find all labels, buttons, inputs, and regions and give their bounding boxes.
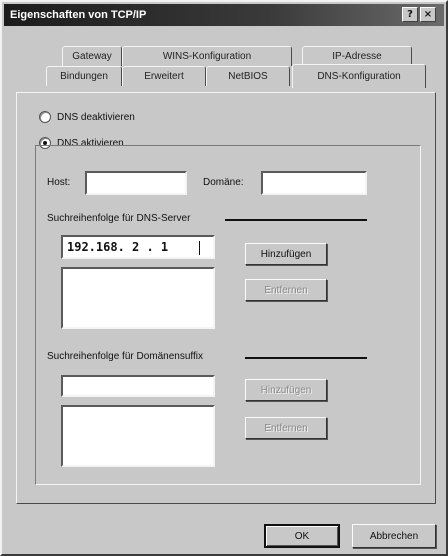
- radio-button[interactable]: [39, 111, 51, 123]
- radio-label: DNS deaktivieren: [57, 111, 135, 123]
- title-bar[interactable]: Eigenschaften von TCP/IP ? ×: [4, 4, 444, 26]
- cancel-button[interactable]: Abbrechen: [352, 524, 436, 548]
- dns-server-add-button[interactable]: Hinzufügen: [245, 243, 327, 265]
- dns-server-section-label: Suchreihenfolge für DNS-Server: [47, 213, 191, 224]
- section-divider: [225, 219, 367, 221]
- tab-bindungen[interactable]: Bindungen: [46, 66, 122, 86]
- button-label: Hinzufügen: [260, 248, 312, 260]
- button-label: Entfernen: [264, 284, 308, 296]
- close-icon: ×: [423, 9, 433, 20]
- ok-button[interactable]: OK: [264, 524, 340, 548]
- tab-dns-konfiguration[interactable]: DNS-Konfiguration: [292, 64, 426, 88]
- tab-label: NetBIOS: [228, 71, 268, 82]
- button-label: Entfernen: [264, 422, 308, 434]
- help-icon: ?: [407, 9, 413, 20]
- tab-wins-konfiguration[interactable]: WINS-Konfiguration: [122, 46, 292, 66]
- host-input[interactable]: [85, 171, 187, 195]
- tab-label: WINS-Konfiguration: [162, 51, 252, 62]
- tab-label: Erweitert: [144, 71, 184, 82]
- button-label: OK: [294, 530, 310, 542]
- tab-label: Bindungen: [60, 71, 108, 82]
- tab-ip-adresse[interactable]: IP-Adresse: [302, 46, 412, 66]
- host-label: Host:: [47, 177, 71, 188]
- text-caret: [199, 241, 200, 255]
- section-divider: [245, 357, 367, 359]
- dns-server-input[interactable]: 192.168. 2 . 1: [61, 235, 215, 259]
- radio-dns-disable[interactable]: DNS deaktivieren: [39, 111, 135, 123]
- dns-server-value: 192.168. 2 . 1: [67, 240, 169, 254]
- tab-label: Gateway: [72, 51, 112, 62]
- domain-suffix-input[interactable]: [61, 375, 215, 397]
- button-label: Hinzufügen: [260, 384, 312, 396]
- tab-label: IP-Adresse: [332, 51, 382, 62]
- tab-netbios[interactable]: NetBIOS: [206, 66, 290, 86]
- tab-gateway[interactable]: Gateway: [62, 46, 122, 66]
- domain-suffix-remove-button[interactable]: Entfernen: [245, 417, 327, 439]
- dns-server-remove-button[interactable]: Entfernen: [245, 279, 327, 301]
- button-label: Abbrechen: [369, 530, 419, 542]
- help-button[interactable]: ?: [402, 7, 418, 22]
- tab-erweitert[interactable]: Erweitert: [122, 66, 206, 86]
- domain-input[interactable]: [261, 171, 367, 195]
- domain-suffix-section-label: Suchreihenfolge für Domänensuffix: [47, 351, 204, 362]
- domain-suffix-add-button[interactable]: Hinzufügen: [245, 379, 327, 401]
- domain-label: Domäne:: [203, 177, 244, 188]
- dns-server-list[interactable]: [61, 267, 215, 329]
- close-button[interactable]: ×: [420, 7, 436, 22]
- tab-label: DNS-Konfiguration: [317, 71, 401, 82]
- tcpip-properties-dialog: Eigenschaften von TCP/IP ? × Gateway WIN…: [0, 0, 448, 556]
- window-title: Eigenschaften von TCP/IP: [10, 9, 147, 21]
- dns-config-panel: DNS deaktivieren DNS aktivieren Host: Do…: [16, 92, 436, 504]
- domain-suffix-list[interactable]: [61, 405, 215, 467]
